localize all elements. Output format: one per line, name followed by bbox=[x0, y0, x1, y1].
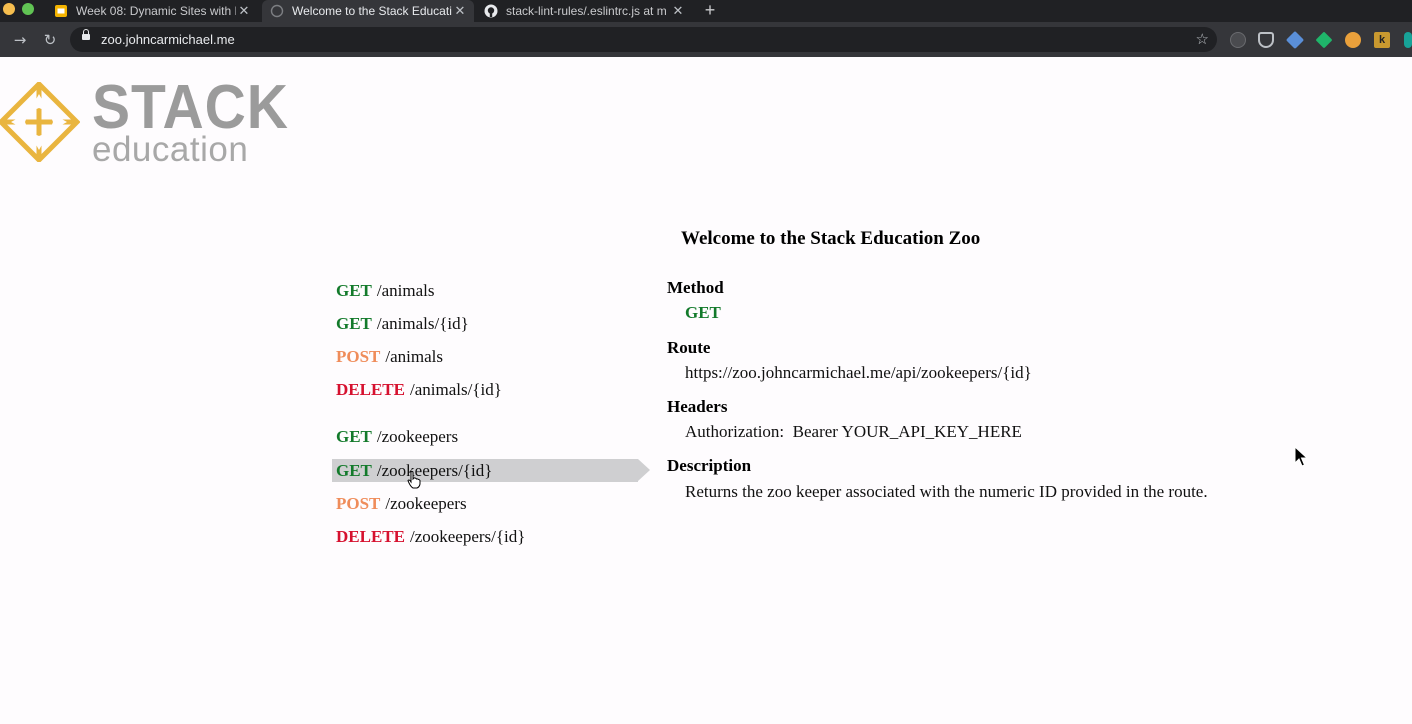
description-heading: Description bbox=[667, 456, 752, 475]
globe-icon bbox=[270, 4, 284, 18]
tab-title: Welcome to the Stack Educatio bbox=[292, 4, 452, 18]
route-path: /zookeepers/{id} bbox=[409, 527, 526, 546]
route-method: POST bbox=[336, 494, 381, 513]
route-path: /animals bbox=[385, 347, 444, 366]
tab-title: stack-lint-rules/.eslintrc.js at m bbox=[506, 4, 667, 18]
headers-value: Authorization: Bearer YOUR_API_KEY_HERE bbox=[685, 422, 1022, 441]
hand-cursor-icon bbox=[407, 471, 421, 489]
description-value: Returns the zoo keeper associated with t… bbox=[685, 482, 1208, 501]
new-tab-button[interactable]: + bbox=[700, 0, 720, 22]
route-method: GET bbox=[336, 281, 372, 300]
route-path: /zookeepers bbox=[376, 427, 459, 446]
method-heading: Method bbox=[667, 278, 724, 297]
route-method: GET bbox=[336, 427, 372, 446]
bookmark-star-icon[interactable]: ☆ bbox=[1196, 27, 1209, 52]
browser-tab-week08[interactable]: Week 08: Dynamic Sites with N ✕ bbox=[46, 0, 258, 22]
extension-teal-icon[interactable] bbox=[1404, 32, 1412, 48]
route-method: DELETE bbox=[336, 527, 405, 546]
close-tab-icon[interactable]: ✕ bbox=[670, 3, 686, 19]
url-text[interactable]: zoo.johncarmichael.me bbox=[101, 27, 235, 52]
route-heading: Route bbox=[667, 338, 711, 357]
tab-title: Week 08: Dynamic Sites with N bbox=[76, 4, 236, 18]
route-method: POST bbox=[336, 347, 381, 366]
forward-arrow-icon[interactable]: → bbox=[10, 30, 30, 50]
route-item-get-animal-by-id[interactable]: GET/animals/{id} bbox=[332, 312, 638, 335]
cookie-extension-icon[interactable] bbox=[1345, 32, 1361, 48]
mouse-pointer-icon bbox=[1294, 446, 1308, 467]
route-method: GET bbox=[336, 314, 372, 333]
stack-logo-icon bbox=[0, 82, 80, 162]
route-item-get-zookeeper-by-id[interactable]: GET/zookeepers/{id} bbox=[332, 459, 650, 482]
route-item-delete-zookeeper[interactable]: DELETE/zookeepers/{id} bbox=[332, 525, 638, 548]
slides-icon bbox=[54, 4, 68, 18]
window-minimize-button[interactable] bbox=[3, 3, 15, 15]
extension-green-icon[interactable] bbox=[1315, 31, 1333, 49]
pocket-icon[interactable] bbox=[1258, 32, 1274, 48]
page-title: Welcome to the Stack Education Zoo bbox=[681, 228, 981, 249]
method-value: GET bbox=[685, 303, 721, 322]
browser-tab-github[interactable]: stack-lint-rules/.eslintrc.js at m ✕ bbox=[476, 0, 692, 22]
address-bar[interactable]: zoo.johncarmichael.me ☆ bbox=[70, 27, 1217, 52]
close-tab-icon[interactable]: ✕ bbox=[236, 3, 252, 19]
route-path: /animals/{id} bbox=[376, 314, 469, 333]
route-path: /animals bbox=[376, 281, 435, 300]
browser-tab-zoo[interactable]: Welcome to the Stack Educatio ✕ bbox=[262, 0, 474, 22]
github-icon bbox=[484, 4, 498, 18]
route-item-get-animals[interactable]: GET/animals bbox=[332, 279, 638, 302]
headers-heading: Headers bbox=[667, 397, 728, 416]
route-path: /animals/{id} bbox=[409, 380, 502, 399]
route-path: /zookeepers bbox=[385, 494, 467, 513]
route-path: /zookeepers/{id} bbox=[376, 461, 493, 480]
route-item-get-zookeepers[interactable]: GET/zookeepers bbox=[332, 425, 638, 448]
logo-wordmark-education: education bbox=[92, 130, 249, 169]
k-extension-icon[interactable]: k bbox=[1374, 32, 1390, 48]
extension-diamond-icon[interactable] bbox=[1285, 30, 1305, 50]
route-value: https://zoo.johncarmichael.me/api/zookee… bbox=[685, 363, 1032, 382]
lock-icon bbox=[82, 29, 90, 40]
extension-info-icon[interactable] bbox=[1230, 32, 1246, 48]
reload-icon[interactable]: ↻ bbox=[40, 30, 60, 50]
browser-tab-bar: Week 08: Dynamic Sites with N ✕ Welcome … bbox=[0, 0, 1412, 22]
route-method: DELETE bbox=[336, 380, 405, 399]
browser-toolbar: → ↻ zoo.johncarmichael.me ☆ k bbox=[0, 22, 1412, 57]
route-method: GET bbox=[336, 461, 372, 480]
window-maximize-button[interactable] bbox=[22, 3, 34, 15]
route-item-post-animals[interactable]: POST/animals bbox=[332, 345, 638, 368]
route-item-delete-animal[interactable]: DELETE/animals/{id} bbox=[332, 378, 638, 401]
route-item-post-zookeepers[interactable]: POST/zookeepers bbox=[332, 492, 638, 515]
close-tab-icon[interactable]: ✕ bbox=[452, 3, 468, 19]
